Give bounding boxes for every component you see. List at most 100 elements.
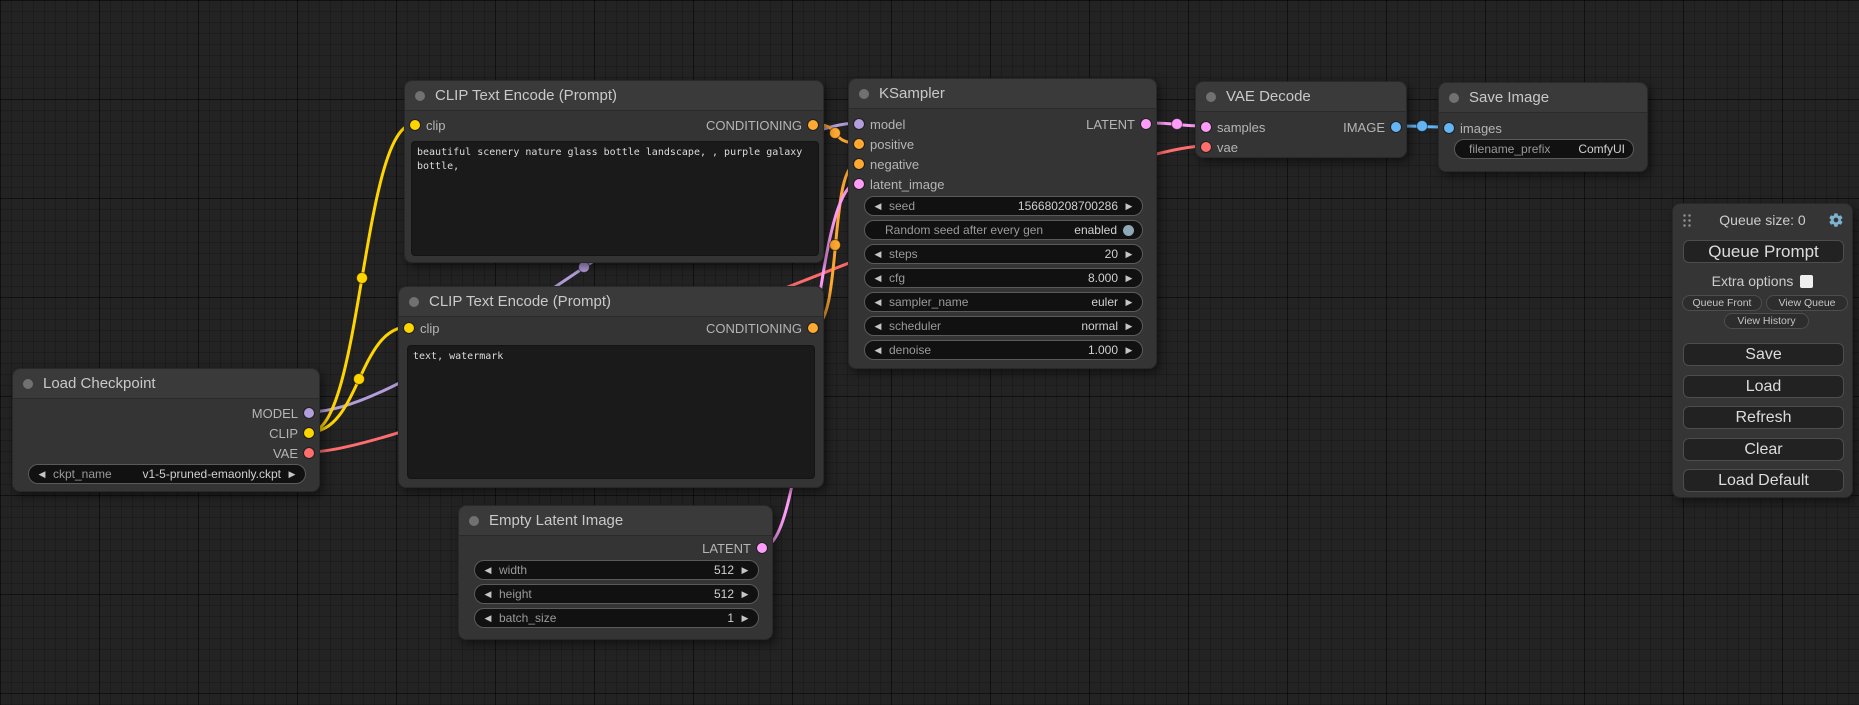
- node-title-bar[interactable]: CLIP Text Encode (Prompt): [405, 81, 823, 111]
- node-collapse-dot[interactable]: [23, 379, 33, 389]
- input-dot-vae[interactable]: [1201, 142, 1211, 152]
- clear-button[interactable]: Clear: [1683, 438, 1844, 461]
- arrow-left-icon[interactable]: ◀: [873, 317, 883, 335]
- input-dot-model[interactable]: [854, 119, 864, 129]
- arrow-right-icon[interactable]: ▶: [740, 561, 750, 579]
- node-collapse-dot[interactable]: [1206, 92, 1216, 102]
- widget-value: 20: [1105, 247, 1118, 261]
- widget-denoise[interactable]: ◀ denoise 1.000 ▶: [864, 340, 1143, 360]
- node-collapse-dot[interactable]: [1449, 93, 1459, 103]
- queue-front-button[interactable]: Queue Front: [1682, 295, 1762, 311]
- input-dot-clip[interactable]: [410, 120, 420, 130]
- output-slot-clip: CLIP: [269, 423, 314, 443]
- output-dot-conditioning[interactable]: [808, 323, 818, 333]
- output-slot-latent: LATENT: [702, 538, 767, 558]
- input-slot-clip: clip: [404, 318, 440, 338]
- negative-prompt-textarea[interactable]: text, watermark: [407, 345, 815, 479]
- output-dot-vae[interactable]: [304, 448, 314, 458]
- input-dot-samples[interactable]: [1201, 122, 1211, 132]
- arrow-left-icon[interactable]: ◀: [483, 561, 493, 579]
- widget-label: Random seed after every gen: [885, 223, 1043, 237]
- load-default-button[interactable]: Load Default: [1683, 469, 1844, 492]
- node-title-bar[interactable]: Load Checkpoint: [13, 369, 319, 399]
- arrow-right-icon[interactable]: ▶: [740, 609, 750, 627]
- arrow-left-icon[interactable]: ◀: [483, 609, 493, 627]
- input-label: images: [1460, 121, 1502, 136]
- widget-height[interactable]: ◀ height 512 ▶: [474, 584, 759, 604]
- arrow-left-icon[interactable]: ◀: [873, 245, 883, 263]
- node-vae-decode[interactable]: VAE Decode samples vae IMAGE: [1195, 81, 1407, 158]
- arrow-left-icon[interactable]: ◀: [37, 465, 47, 483]
- arrow-right-icon[interactable]: ▶: [1124, 245, 1134, 263]
- node-clip-text-encode-negative[interactable]: CLIP Text Encode (Prompt) clip CONDITION…: [398, 286, 824, 488]
- input-dot-positive[interactable]: [854, 139, 864, 149]
- widget-steps[interactable]: ◀ steps 20 ▶: [864, 244, 1143, 264]
- widget-batch-size[interactable]: ◀ batch_size 1 ▶: [474, 608, 759, 628]
- input-label: positive: [870, 137, 914, 152]
- input-dot-latent-image[interactable]: [854, 179, 864, 189]
- node-ksampler[interactable]: KSampler model positive negative latent_…: [848, 78, 1157, 369]
- node-load-checkpoint[interactable]: Load Checkpoint MODEL CLIP VAE ◀ ckpt_na…: [12, 368, 320, 492]
- output-dot-latent[interactable]: [757, 543, 767, 553]
- node-title-bar[interactable]: CLIP Text Encode (Prompt): [399, 287, 823, 317]
- widget-label: seed: [889, 199, 915, 213]
- arrow-left-icon[interactable]: ◀: [873, 197, 883, 215]
- toggle-dot[interactable]: [1123, 225, 1134, 236]
- input-label: samples: [1217, 120, 1265, 135]
- output-dot-conditioning[interactable]: [808, 120, 818, 130]
- input-label: clip: [420, 321, 440, 336]
- widget-sampler-name[interactable]: ◀ sampler_name euler ▶: [864, 292, 1143, 312]
- node-collapse-dot[interactable]: [859, 89, 869, 99]
- save-button[interactable]: Save: [1683, 343, 1844, 366]
- input-slot-positive: positive: [854, 134, 914, 154]
- node-collapse-dot[interactable]: [415, 91, 425, 101]
- widget-filename-prefix[interactable]: filename_prefix ComfyUI: [1454, 139, 1634, 159]
- output-dot-model[interactable]: [304, 408, 314, 418]
- node-empty-latent-image[interactable]: Empty Latent Image LATENT ◀ width 512 ▶ …: [458, 505, 773, 640]
- arrow-left-icon[interactable]: ◀: [483, 585, 493, 603]
- output-dot-latent[interactable]: [1141, 119, 1151, 129]
- arrow-right-icon[interactable]: ▶: [1124, 293, 1134, 311]
- node-collapse-dot[interactable]: [409, 297, 419, 307]
- node-collapse-dot[interactable]: [469, 516, 479, 526]
- output-dot-image[interactable]: [1391, 122, 1401, 132]
- node-save-image[interactable]: Save Image images filename_prefix ComfyU…: [1438, 82, 1648, 172]
- input-dot-negative[interactable]: [854, 159, 864, 169]
- arrow-right-icon[interactable]: ▶: [740, 585, 750, 603]
- node-title-bar[interactable]: VAE Decode: [1196, 82, 1406, 112]
- extra-options-checkbox[interactable]: [1800, 275, 1813, 288]
- input-dot-clip[interactable]: [404, 323, 414, 333]
- arrow-left-icon[interactable]: ◀: [873, 293, 883, 311]
- positive-prompt-textarea[interactable]: beautiful scenery nature glass bottle la…: [411, 141, 819, 256]
- output-dot-clip[interactable]: [304, 428, 314, 438]
- arrow-left-icon[interactable]: ◀: [873, 341, 883, 359]
- widget-width[interactable]: ◀ width 512 ▶: [474, 560, 759, 580]
- output-label: LATENT: [702, 541, 751, 556]
- arrow-right-icon[interactable]: ▶: [1124, 341, 1134, 359]
- arrow-right-icon[interactable]: ▶: [1124, 197, 1134, 215]
- widget-scheduler[interactable]: ◀ scheduler normal ▶: [864, 316, 1143, 336]
- node-title-bar[interactable]: Save Image: [1439, 83, 1647, 113]
- widget-value: 1: [727, 611, 734, 625]
- node-clip-text-encode-positive[interactable]: CLIP Text Encode (Prompt) clip CONDITION…: [404, 80, 824, 263]
- node-title-bar[interactable]: KSampler: [849, 79, 1156, 109]
- arrow-right-icon[interactable]: ▶: [287, 465, 297, 483]
- widget-random-seed-toggle[interactable]: Random seed after every gen enabled: [864, 220, 1143, 240]
- arrow-right-icon[interactable]: ▶: [1124, 317, 1134, 335]
- settings-gear-icon[interactable]: [1828, 212, 1844, 228]
- link-middle-dot: [830, 240, 841, 251]
- arrow-right-icon[interactable]: ▶: [1124, 269, 1134, 287]
- load-button[interactable]: Load: [1683, 375, 1844, 398]
- view-queue-button[interactable]: View Queue: [1766, 295, 1848, 311]
- input-dot-images[interactable]: [1444, 123, 1454, 133]
- queue-prompt-button[interactable]: Queue Prompt: [1683, 240, 1844, 263]
- view-history-button[interactable]: View History: [1724, 313, 1809, 329]
- node-title-bar[interactable]: Empty Latent Image: [459, 506, 772, 536]
- widget-cfg[interactable]: ◀ cfg 8.000 ▶: [864, 268, 1143, 288]
- refresh-button[interactable]: Refresh: [1683, 406, 1844, 429]
- input-label: model: [870, 117, 905, 132]
- widget-ckpt-name[interactable]: ◀ ckpt_name v1-5-pruned-emaonly.ckpt ▶: [28, 464, 306, 484]
- widget-seed[interactable]: ◀ seed 156680208700286 ▶: [864, 196, 1143, 216]
- widget-value: 512: [714, 587, 734, 601]
- arrow-left-icon[interactable]: ◀: [873, 269, 883, 287]
